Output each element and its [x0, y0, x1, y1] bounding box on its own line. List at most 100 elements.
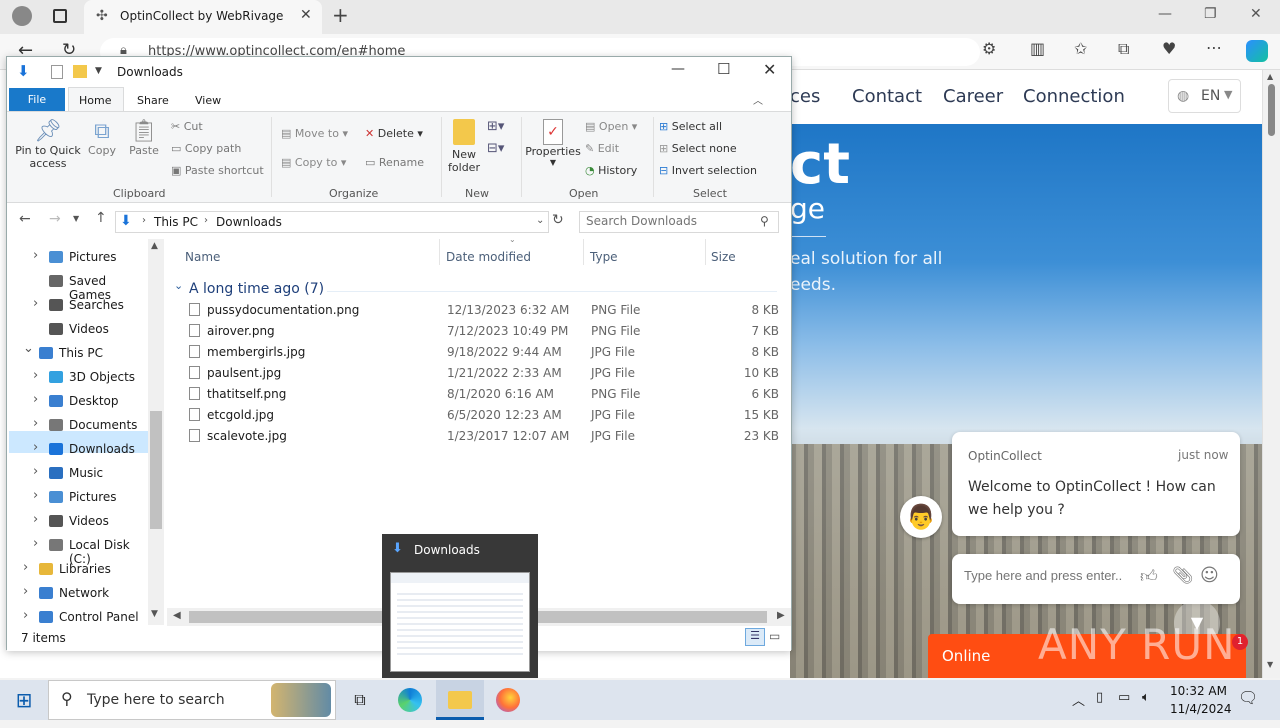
- more-icon[interactable]: ⋯: [1206, 38, 1222, 57]
- browser-tab[interactable]: ✣ OptinCollect by WebRivage ✕: [84, 0, 322, 34]
- tree-scroll-down-icon[interactable]: ▼: [151, 609, 158, 619]
- tree-item-desktop[interactable]: › Desktop: [7, 391, 147, 413]
- properties-button[interactable]: ✓ Properties ▼: [525, 119, 581, 183]
- tree-item-documents[interactable]: › Documents: [7, 415, 147, 437]
- column-header-type[interactable]: Type: [590, 250, 618, 264]
- thumbs-up-icon[interactable]: 👍︎: [1140, 566, 1158, 587]
- emoji-icon[interactable]: ☺: [1200, 565, 1219, 586]
- paste-shortcut-button[interactable]: ▣ Paste shortcut: [171, 164, 264, 177]
- tree-item-control-panel[interactable]: › Control Panel: [7, 607, 147, 629]
- scroll-right-icon[interactable]: ▶: [777, 610, 785, 621]
- file-explorer-taskbar-button[interactable]: [436, 680, 484, 720]
- tab-file[interactable]: File: [9, 88, 65, 111]
- firefox-taskbar-button[interactable]: [484, 680, 532, 720]
- scroll-thumb[interactable]: [1268, 84, 1275, 136]
- nav-forward-icon[interactable]: →: [49, 211, 61, 227]
- nav-link-services[interactable]: ces: [790, 86, 820, 107]
- profile-icon[interactable]: [12, 6, 32, 26]
- scroll-down-icon[interactable]: ▼: [1267, 660, 1273, 669]
- paste-button[interactable]: 📋︎ Paste: [125, 119, 163, 183]
- file-row[interactable]: thatitself.png 8/1/2020 6:16 AM PNG File 6 …: [183, 385, 783, 405]
- rename-button[interactable]: ▭ Rename: [365, 156, 424, 169]
- new-item-icon[interactable]: ⊞▾: [487, 119, 504, 134]
- tree-item-videos[interactable]: › Videos: [7, 511, 147, 533]
- file-row[interactable]: pussydocumentation.png 12/13/2023 6:32 AM…: [183, 301, 783, 321]
- tab-close-icon[interactable]: ✕: [300, 7, 312, 23]
- network-icon[interactable]: ▭: [1118, 690, 1130, 705]
- column-header-date[interactable]: Date modified: [446, 250, 531, 264]
- nav-link-connection[interactable]: Connection: [1023, 86, 1125, 107]
- start-button[interactable]: ⊞: [0, 680, 48, 720]
- tab-share[interactable]: Share: [137, 94, 169, 107]
- copy-button[interactable]: ⧉ Copy: [85, 119, 119, 183]
- tree-item-libraries[interactable]: › Libraries: [7, 559, 147, 581]
- chevron-right-icon[interactable]: ›: [33, 392, 38, 407]
- clock-date[interactable]: 11/4/2024: [1170, 702, 1232, 716]
- device-icon[interactable]: ▯: [1096, 690, 1103, 705]
- favorites-icon[interactable]: ✩: [1074, 39, 1087, 58]
- notifications-icon[interactable]: 🗨︎: [1238, 688, 1258, 707]
- chevron-right-icon[interactable]: ›: [33, 248, 38, 263]
- explorer-close-icon[interactable]: ✕: [763, 60, 776, 79]
- new-folder-button[interactable]: New folder: [445, 119, 483, 183]
- edge-taskbar-button[interactable]: [386, 680, 434, 720]
- open-button[interactable]: ▤ Open ▾: [585, 120, 637, 133]
- taskbar-thumbnail[interactable]: ⬇ Downloads: [382, 534, 538, 678]
- file-row[interactable]: etcgold.jpg 6/5/2020 12:23 AM JPG File 15 K…: [183, 406, 783, 426]
- qat-properties-icon[interactable]: [51, 65, 63, 79]
- tree-scroll-thumb[interactable]: [150, 411, 162, 529]
- tree-item-pictures[interactable]: › Pictures: [7, 247, 147, 269]
- performance-icon[interactable]: ♥: [1162, 39, 1176, 58]
- explorer-maximize-icon[interactable]: ☐: [717, 60, 730, 78]
- group-header[interactable]: A long time ago (7): [189, 281, 324, 297]
- new-tab-icon[interactable]: +: [332, 3, 349, 27]
- easy-access-icon[interactable]: ⊟▾: [487, 141, 504, 156]
- nav-back-icon[interactable]: ←: [19, 211, 31, 227]
- chevron-right-icon[interactable]: ›: [33, 416, 38, 431]
- file-row[interactable]: paulsent.jpg 1/21/2022 2:33 AM JPG File 10 …: [183, 364, 783, 384]
- split-screen-icon[interactable]: ▥: [1030, 39, 1045, 58]
- show-hidden-icons-icon[interactable]: ︿: [1072, 690, 1085, 709]
- tab-home[interactable]: Home: [79, 94, 111, 107]
- chevron-right-icon[interactable]: ›: [33, 488, 38, 503]
- column-header-name[interactable]: Name: [185, 250, 220, 264]
- volume-icon[interactable]: 🔈︎: [1142, 690, 1150, 705]
- chevron-right-icon[interactable]: ›: [33, 536, 38, 551]
- breadcrumb-downloads[interactable]: Downloads: [216, 215, 282, 229]
- move-to-button[interactable]: ▤ Move to ▾: [281, 127, 348, 140]
- attach-icon[interactable]: 📎︎: [1172, 566, 1194, 586]
- tree-item-network[interactable]: › Network: [7, 583, 147, 605]
- breadcrumb-dropdown-icon[interactable]: ⌄: [536, 215, 544, 226]
- qat-new-folder-icon[interactable]: [73, 65, 87, 78]
- restore-browser-icon[interactable]: ❐: [1204, 6, 1217, 22]
- clock-time[interactable]: 10:32 AM: [1170, 684, 1227, 698]
- history-button[interactable]: ◔ History: [585, 164, 637, 177]
- chevron-right-icon[interactable]: ›: [33, 512, 38, 527]
- chevron-right-icon[interactable]: ›: [23, 560, 28, 575]
- tree-item-3d-objects[interactable]: › 3D Objects: [7, 367, 147, 389]
- task-view-button[interactable]: ⧉: [336, 680, 384, 720]
- file-row[interactable]: scalevote.jpg 1/23/2017 12:07 AM JPG File 2…: [183, 427, 783, 447]
- details-view-icon[interactable]: ☰: [745, 628, 765, 646]
- file-row[interactable]: membergirls.jpg 9/18/2022 9:44 AM JPG File…: [183, 343, 783, 363]
- tree-item-music[interactable]: › Music: [7, 463, 147, 485]
- breadcrumb[interactable]: ⬇ › This PC › Downloads ⌄: [115, 211, 549, 233]
- nav-link-career[interactable]: Career: [943, 86, 1003, 107]
- ribbon-collapse-icon[interactable]: ︿: [753, 92, 763, 107]
- cut-button[interactable]: ✂ Cut: [171, 120, 203, 133]
- chevron-right-icon[interactable]: ›: [33, 296, 38, 311]
- group-collapse-icon[interactable]: ⌄: [174, 279, 183, 292]
- refresh-folder-icon[interactable]: ↻: [552, 212, 564, 228]
- chevron-right-icon[interactable]: ›: [23, 584, 28, 599]
- tree-item-videos[interactable]: Videos: [7, 319, 147, 341]
- copilot-icon[interactable]: [1246, 40, 1268, 62]
- copy-path-button[interactable]: ▭ Copy path: [171, 142, 241, 155]
- scroll-up-icon[interactable]: ▲: [1267, 72, 1273, 81]
- tree-item-local-disk-c[interactable]: › Local Disk (C:): [7, 535, 147, 566]
- column-header-size[interactable]: Size: [711, 250, 736, 264]
- tab-actions-icon[interactable]: [53, 9, 67, 23]
- nav-up-icon[interactable]: ↑: [95, 210, 107, 226]
- select-none-button[interactable]: ⊞ Select none: [659, 142, 737, 155]
- file-row[interactable]: airover.png 7/12/2023 10:49 PM PNG File 7 K…: [183, 322, 783, 342]
- nav-link-contact[interactable]: Contact: [852, 86, 922, 107]
